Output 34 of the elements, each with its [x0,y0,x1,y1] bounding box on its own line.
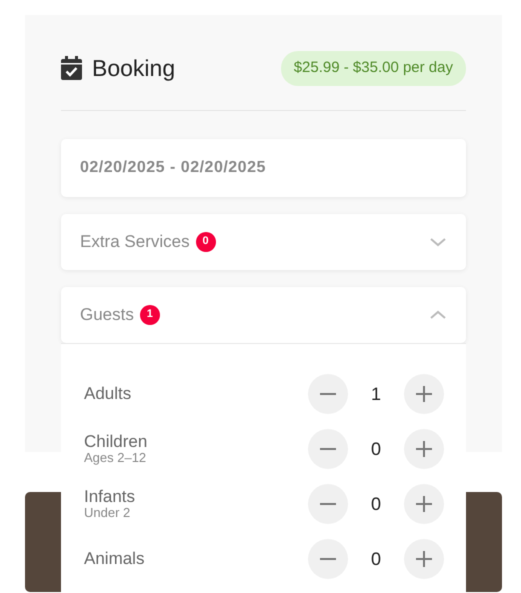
guest-count: 0 [370,492,382,516]
guest-age-note: Ages 2–12 [84,451,148,466]
plus-icon [416,496,432,512]
accordion-header[interactable]: Extra Services 0 [61,214,466,270]
booking-title: Booking [92,54,176,83]
minus-icon [320,393,336,395]
guest-count: 1 [370,382,382,406]
guest-type-label: Children [84,432,148,452]
increment-button[interactable] [404,374,444,414]
section-label: Guests [80,304,134,326]
chevron-down-icon [429,236,447,248]
minus-icon [320,558,336,560]
plus-icon [416,551,432,567]
minus-icon [320,448,336,450]
price-badge: $25.99 - $35.00 per day [280,51,466,86]
date-range-field[interactable]: 02/20/2025 - 02/20/2025 [61,138,466,196]
guest-count: 0 [370,548,382,570]
minus-icon [320,503,336,505]
increment-button[interactable] [404,539,444,579]
count-badge: 1 [140,304,160,324]
guest-type-label: Infants [84,488,136,506]
accordion-header[interactable]: Guests 1 [61,286,466,342]
plus-icon [416,441,432,457]
section-label: Extra Services [80,230,190,253]
count-badge: 0 [196,232,216,252]
guest-count: 0 [370,438,382,460]
guest-type-label: Adults [84,384,132,404]
calendar-icon [61,56,82,80]
increment-button[interactable] [404,484,444,524]
chevron-up-icon [429,308,447,320]
increment-button[interactable] [404,429,444,469]
plus-icon [416,386,432,402]
guest-age-note: Under 2 [84,506,132,520]
guest-type-label: Animals [84,550,144,568]
